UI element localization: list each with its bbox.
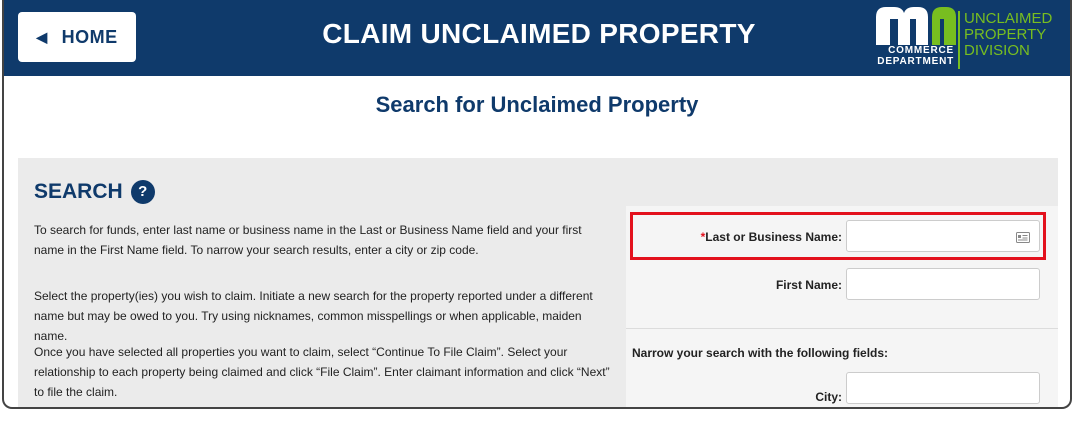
site-header: ◀ HOME CLAIM UNCLAIMED PROPERTY COMMERCE… bbox=[4, 0, 1070, 76]
help-icon[interactable]: ? bbox=[130, 180, 155, 204]
logo-divider bbox=[958, 11, 960, 69]
page-title: Search for Unclaimed Property bbox=[375, 92, 699, 117]
search-heading-label: SEARCH bbox=[34, 180, 123, 203]
instruction-paragraph: Once you have selected all properties yo… bbox=[34, 345, 610, 399]
first-name-label: First Name: bbox=[775, 278, 842, 292]
mn-logo-icon bbox=[876, 7, 956, 45]
contact-card-icon[interactable] bbox=[1016, 232, 1030, 243]
logo-department-text: COMMERCE DEPARTMENT bbox=[877, 45, 954, 67]
search-form: *Last or Business Name: First Name: Narr… bbox=[626, 206, 1058, 407]
home-label: HOME bbox=[61, 26, 118, 47]
narrow-search-label: Narrow your search with the following fi… bbox=[632, 346, 889, 360]
search-panel: SEARCH ? To search for funds, enter last… bbox=[18, 158, 1058, 407]
commerce-logo[interactable]: COMMERCE DEPARTMENT UNCLAIMED PROPERTY D… bbox=[870, 3, 1070, 73]
form-divider bbox=[626, 328, 1058, 329]
last-name-input[interactable] bbox=[846, 220, 1040, 252]
header-title: CLAIM UNCLAIMED PROPERTY bbox=[322, 18, 756, 49]
browser-frame: ◀ HOME CLAIM UNCLAIMED PROPERTY COMMERCE… bbox=[2, 0, 1072, 409]
back-triangle-icon: ◀ bbox=[36, 28, 48, 45]
city-label: City: bbox=[815, 390, 842, 404]
first-name-input[interactable] bbox=[846, 268, 1040, 300]
instruction-paragraph: To search for funds, enter last name or … bbox=[34, 223, 582, 257]
instruction-paragraph: Select the property(ies) you wish to cla… bbox=[34, 289, 593, 343]
city-input[interactable] bbox=[846, 372, 1040, 404]
last-name-label: *Last or Business Name: bbox=[700, 230, 842, 244]
logo-division-text: UNCLAIMED PROPERTY DIVISION bbox=[964, 10, 1053, 59]
search-heading: SEARCH ? bbox=[34, 180, 155, 204]
home-button[interactable]: ◀ HOME bbox=[18, 12, 136, 62]
